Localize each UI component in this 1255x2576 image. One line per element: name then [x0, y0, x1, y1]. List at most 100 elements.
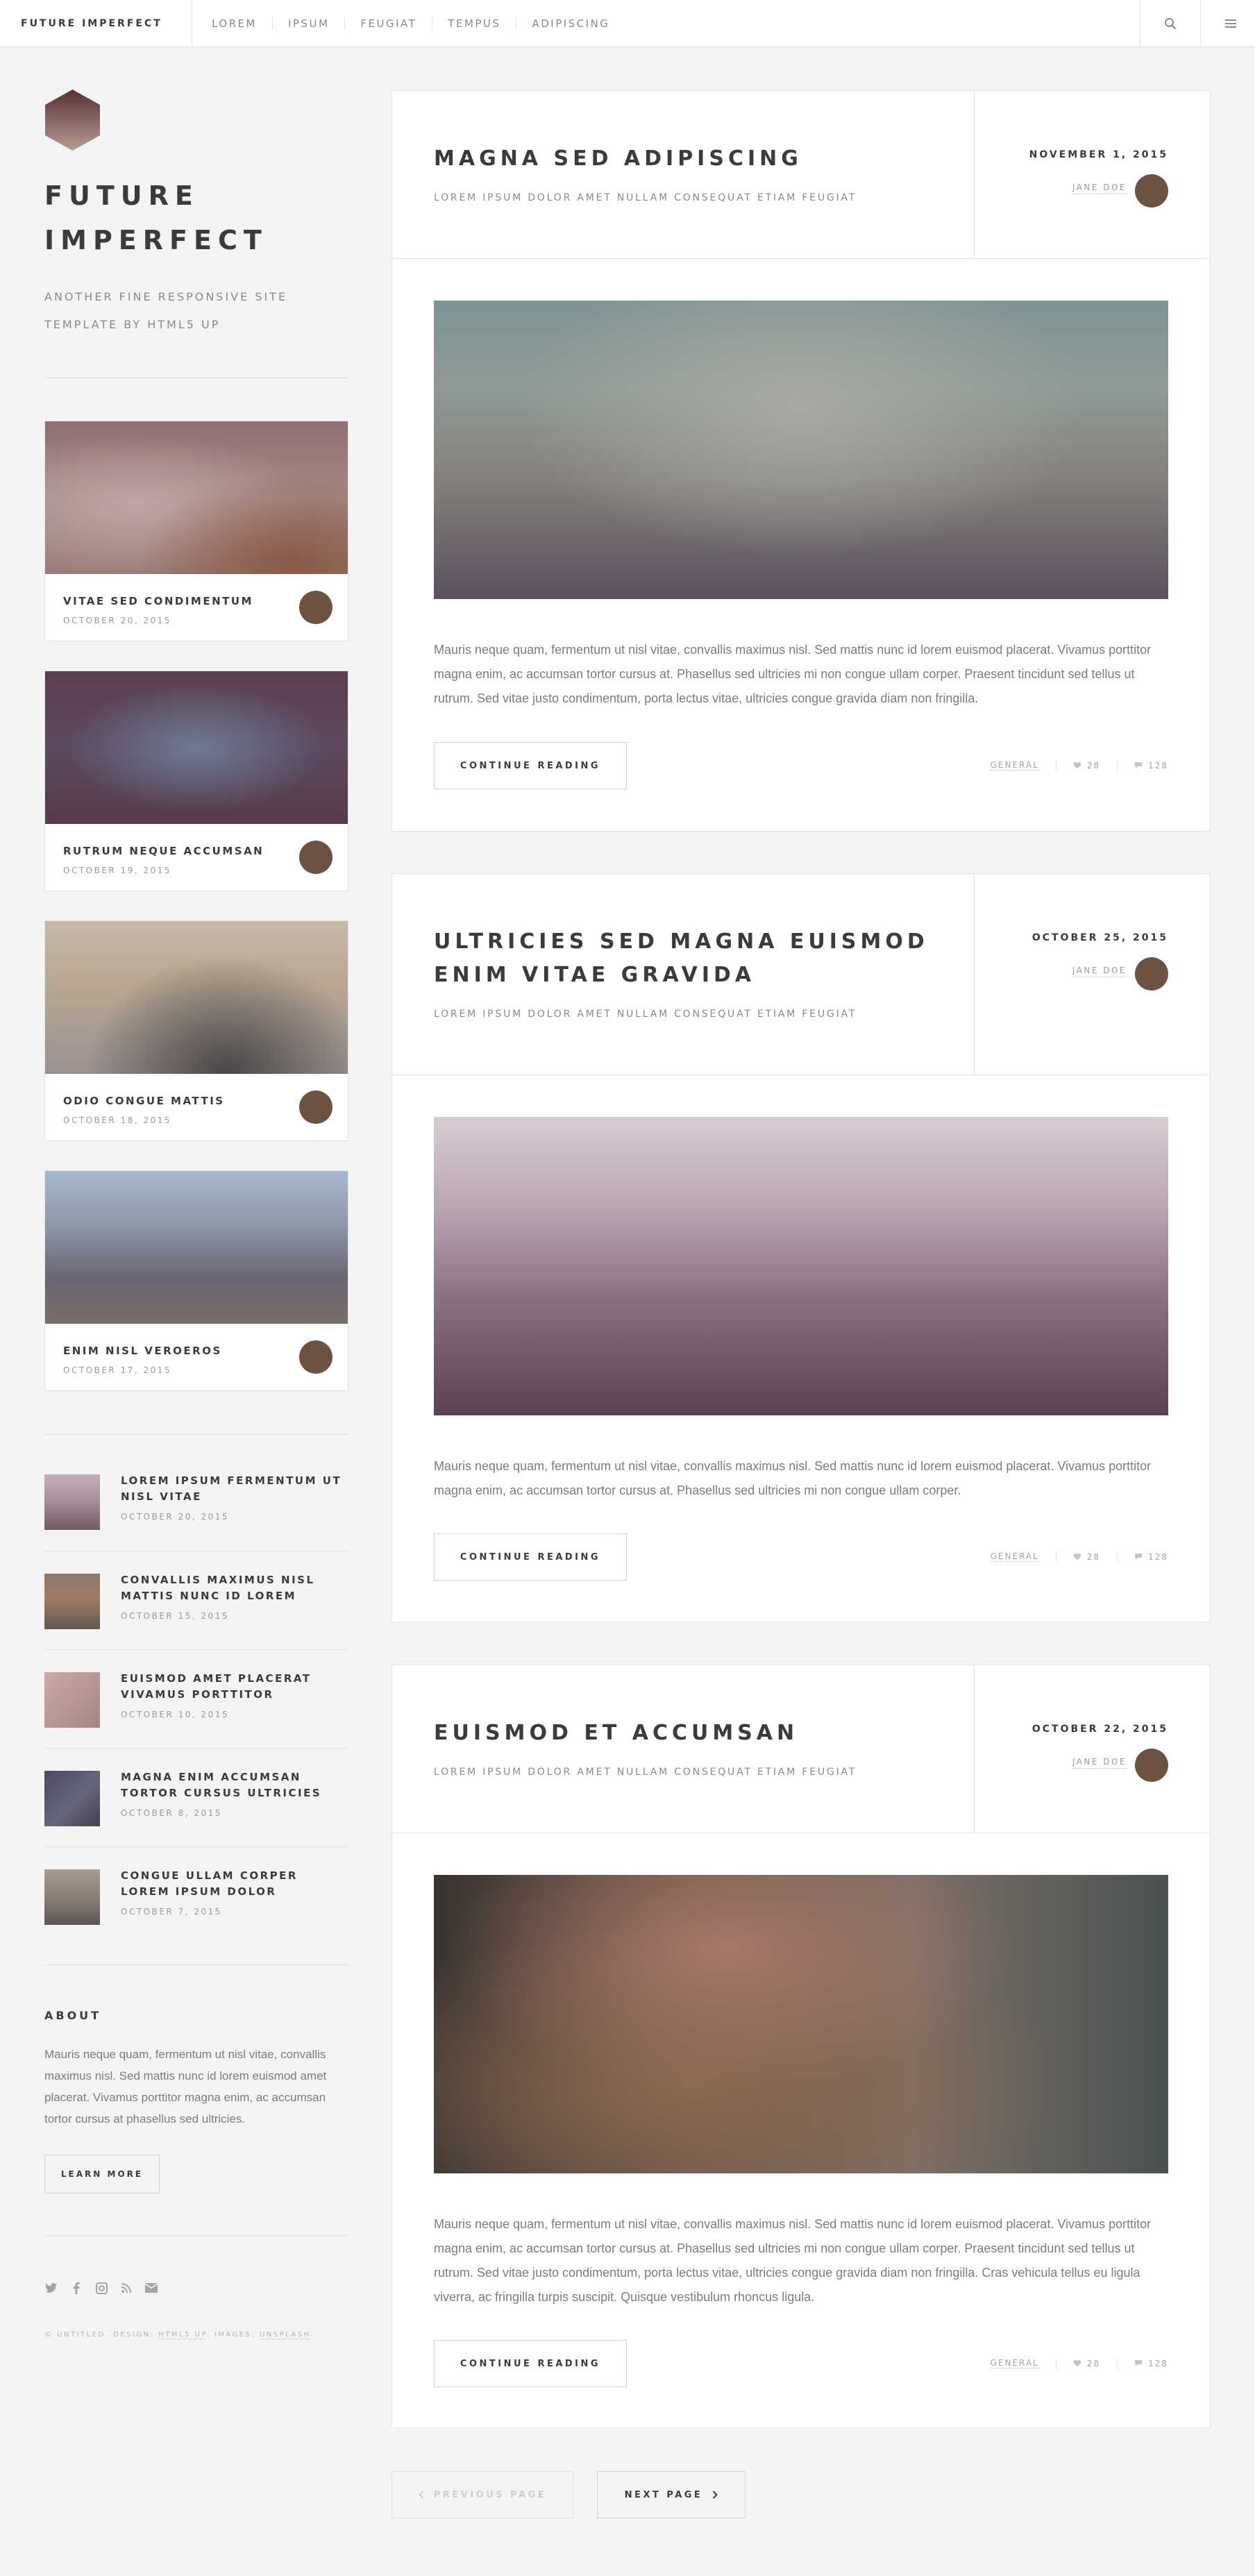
- list-item-title[interactable]: CONGUE ULLAM CORPER LOREM IPSUM DOLOR: [121, 1868, 346, 1900]
- comments[interactable]: 128: [1134, 2359, 1168, 2368]
- post-image[interactable]: [434, 1117, 1168, 1415]
- mini-post[interactable]: ENIM NISL VEROEROS OCTOBER 17, 2015: [44, 1170, 348, 1391]
- post-meta: OCTOBER 25, 2015 JANE DOE: [974, 874, 1210, 1075]
- comments[interactable]: 128: [1134, 1552, 1168, 1562]
- post-category[interactable]: GENERAL: [990, 760, 1039, 771]
- comments[interactable]: 128: [1134, 761, 1168, 771]
- list-item[interactable]: MAGNA ENIM ACCUMSAN TORTOR CURSUS ULTRIC…: [44, 1748, 348, 1846]
- list-item-title[interactable]: EUISMOD AMET PLACERAT VIVAMUS PORTTITOR: [121, 1671, 346, 1703]
- mini-post-date: OCTOBER 18, 2015: [63, 1116, 172, 1125]
- likes[interactable]: 28: [1073, 1552, 1100, 1562]
- search-button[interactable]: [1140, 0, 1200, 47]
- author-avatar[interactable]: [299, 591, 332, 624]
- comments-count: 128: [1148, 2358, 1168, 2368]
- post-subtitle: LOREM IPSUM DOLOR AMET NULLAM CONSEQUAT …: [434, 1767, 857, 1778]
- post-date: NOVEMBER 1, 2015: [1029, 149, 1168, 160]
- likes[interactable]: 28: [1073, 761, 1100, 771]
- mini-post[interactable]: RUTRUM NEQUE ACCUMSAN OCTOBER 19, 2015: [44, 671, 348, 891]
- list-item[interactable]: CONGUE ULLAM CORPER LOREM IPSUM DOLOR OC…: [44, 1846, 348, 1945]
- mini-post-image[interactable]: [45, 1171, 348, 1324]
- list-item-thumb[interactable]: [44, 1869, 100, 1925]
- post-title[interactable]: ULTRICIES SED MAGNA EUISMOD ENIM VITAE G…: [434, 925, 934, 992]
- copyright: © UNTITLED. DESIGN: HTML5 UP. IMAGES: UN…: [44, 2331, 314, 2339]
- mini-post[interactable]: VITAE SED CONDIMENTUM OCTOBER 20, 2015: [44, 421, 348, 641]
- menu-button[interactable]: [1200, 0, 1255, 47]
- author-avatar[interactable]: [1135, 1749, 1168, 1782]
- mini-post-image[interactable]: [45, 421, 348, 574]
- list-item-thumb[interactable]: [44, 1672, 100, 1728]
- continue-reading-button[interactable]: CONTINUE READING: [434, 742, 627, 789]
- mini-post-title[interactable]: RUTRUM NEQUE ACCUMSAN: [63, 845, 264, 857]
- list-item[interactable]: CONVALLIS MAXIMUS NISL MATTIS NUNC ID LO…: [44, 1551, 348, 1649]
- nav-item-lorem[interactable]: LOREM: [212, 17, 272, 30]
- images-link[interactable]: UNSPLASH: [259, 2331, 311, 2339]
- continue-reading-button[interactable]: CONTINUE READING: [434, 2340, 627, 2387]
- list-item-thumb[interactable]: [44, 1771, 100, 1826]
- likes[interactable]: 28: [1073, 2359, 1100, 2368]
- post-title[interactable]: MAGNA SED ADIPISCING: [434, 142, 934, 176]
- learn-more-button[interactable]: LEARN MORE: [44, 2155, 160, 2194]
- brand-link[interactable]: FUTURE IMPERFECT: [0, 0, 192, 47]
- author-avatar[interactable]: [299, 1340, 332, 1374]
- mini-post-image[interactable]: [45, 921, 348, 1074]
- list-item[interactable]: LOREM IPSUM FERMENTUM UT NISL VITAE OCTO…: [44, 1452, 348, 1551]
- list-item-date: OCTOBER 15, 2015: [121, 1611, 230, 1621]
- author-avatar[interactable]: [299, 1091, 332, 1124]
- mini-post-title[interactable]: ENIM NISL VEROEROS: [63, 1345, 222, 1357]
- list-item-thumb[interactable]: [44, 1574, 100, 1629]
- heart-icon: [1073, 761, 1081, 769]
- nav-item-feugiat[interactable]: FEUGIAT: [344, 17, 432, 30]
- post-category[interactable]: GENERAL: [990, 2358, 1039, 2368]
- next-page-label: NEXT PAGE: [624, 2489, 703, 2500]
- post-stats: GENERAL 28 128: [990, 760, 1168, 771]
- mini-post-title[interactable]: ODIO CONGUE MATTIS: [63, 1095, 225, 1107]
- rss-icon[interactable]: [119, 2281, 133, 2295]
- likes-count: 28: [1086, 760, 1101, 771]
- logo-hex-icon[interactable]: [44, 89, 101, 151]
- mini-post-date: OCTOBER 20, 2015: [63, 616, 172, 625]
- nav-item-adipiscing[interactable]: ADIPISCING: [516, 17, 625, 30]
- list-item[interactable]: EUISMOD AMET PLACERAT VIVAMUS PORTTITOR …: [44, 1649, 348, 1748]
- instagram-icon[interactable]: [94, 2281, 108, 2295]
- post-author[interactable]: JANE DOE: [1072, 183, 1127, 194]
- author-avatar[interactable]: [299, 841, 332, 874]
- nav-item-tempus[interactable]: TEMPUS: [432, 17, 516, 30]
- previous-page-button[interactable]: PREVIOUS PAGE: [391, 2471, 573, 2518]
- email-icon[interactable]: [144, 2281, 158, 2295]
- post-author[interactable]: JANE DOE: [1072, 1757, 1127, 1769]
- mini-post[interactable]: ODIO CONGUE MATTIS OCTOBER 18, 2015: [44, 920, 348, 1141]
- post-date: OCTOBER 25, 2015: [1031, 932, 1168, 943]
- design-link[interactable]: HTML5 UP: [158, 2331, 207, 2339]
- post-title[interactable]: EUISMOD ET ACCUMSAN: [434, 1717, 934, 1750]
- about-text: Mauris neque quam, fermentum ut nisl vit…: [44, 2048, 327, 2125]
- post-image[interactable]: [434, 301, 1168, 599]
- divider: [44, 1434, 348, 1435]
- list-item-title[interactable]: CONVALLIS MAXIMUS NISL MATTIS NUNC ID LO…: [121, 1572, 346, 1604]
- author-avatar[interactable]: [1135, 957, 1168, 991]
- nav-item-ipsum[interactable]: IPSUM: [271, 17, 344, 30]
- continue-reading-button[interactable]: CONTINUE READING: [434, 1533, 627, 1581]
- mini-post-title[interactable]: VITAE SED CONDIMENTUM: [63, 595, 253, 607]
- post-stats: GENERAL 28 128: [990, 1551, 1168, 1562]
- list-item-thumb[interactable]: [44, 1474, 100, 1530]
- post-meta: NOVEMBER 1, 2015 JANE DOE: [974, 91, 1210, 258]
- post: MAGNA SED ADIPISCING LOREM IPSUM DOLOR A…: [391, 90, 1211, 832]
- list-item-title[interactable]: MAGNA ENIM ACCUMSAN TORTOR CURSUS ULTRIC…: [121, 1769, 346, 1801]
- twitter-icon[interactable]: [44, 2281, 58, 2295]
- site-title: FUTURE IMPERFECT: [44, 180, 268, 255]
- facebook-icon[interactable]: [69, 2281, 83, 2295]
- post-image[interactable]: [434, 1875, 1168, 2173]
- separator: [1117, 1551, 1118, 1562]
- copyright-mid: . IMAGES:: [206, 2331, 260, 2339]
- next-page-button[interactable]: NEXT PAGE: [597, 2471, 746, 2518]
- author-avatar[interactable]: [1135, 174, 1168, 208]
- post: EUISMOD ET ACCUMSAN LOREM IPSUM DOLOR AM…: [391, 1665, 1211, 2428]
- mini-post-image[interactable]: [45, 671, 348, 824]
- separator: [1117, 760, 1118, 771]
- list-item-title[interactable]: LOREM IPSUM FERMENTUM UT NISL VITAE: [121, 1473, 346, 1505]
- post-subtitle: LOREM IPSUM DOLOR AMET NULLAM CONSEQUAT …: [434, 1009, 857, 1020]
- post-category[interactable]: GENERAL: [990, 1551, 1039, 1562]
- post-author[interactable]: JANE DOE: [1072, 966, 1127, 977]
- post-body: Mauris neque quam, fermentum ut nisl vit…: [434, 1459, 1152, 1497]
- separator: [1117, 2358, 1118, 2368]
